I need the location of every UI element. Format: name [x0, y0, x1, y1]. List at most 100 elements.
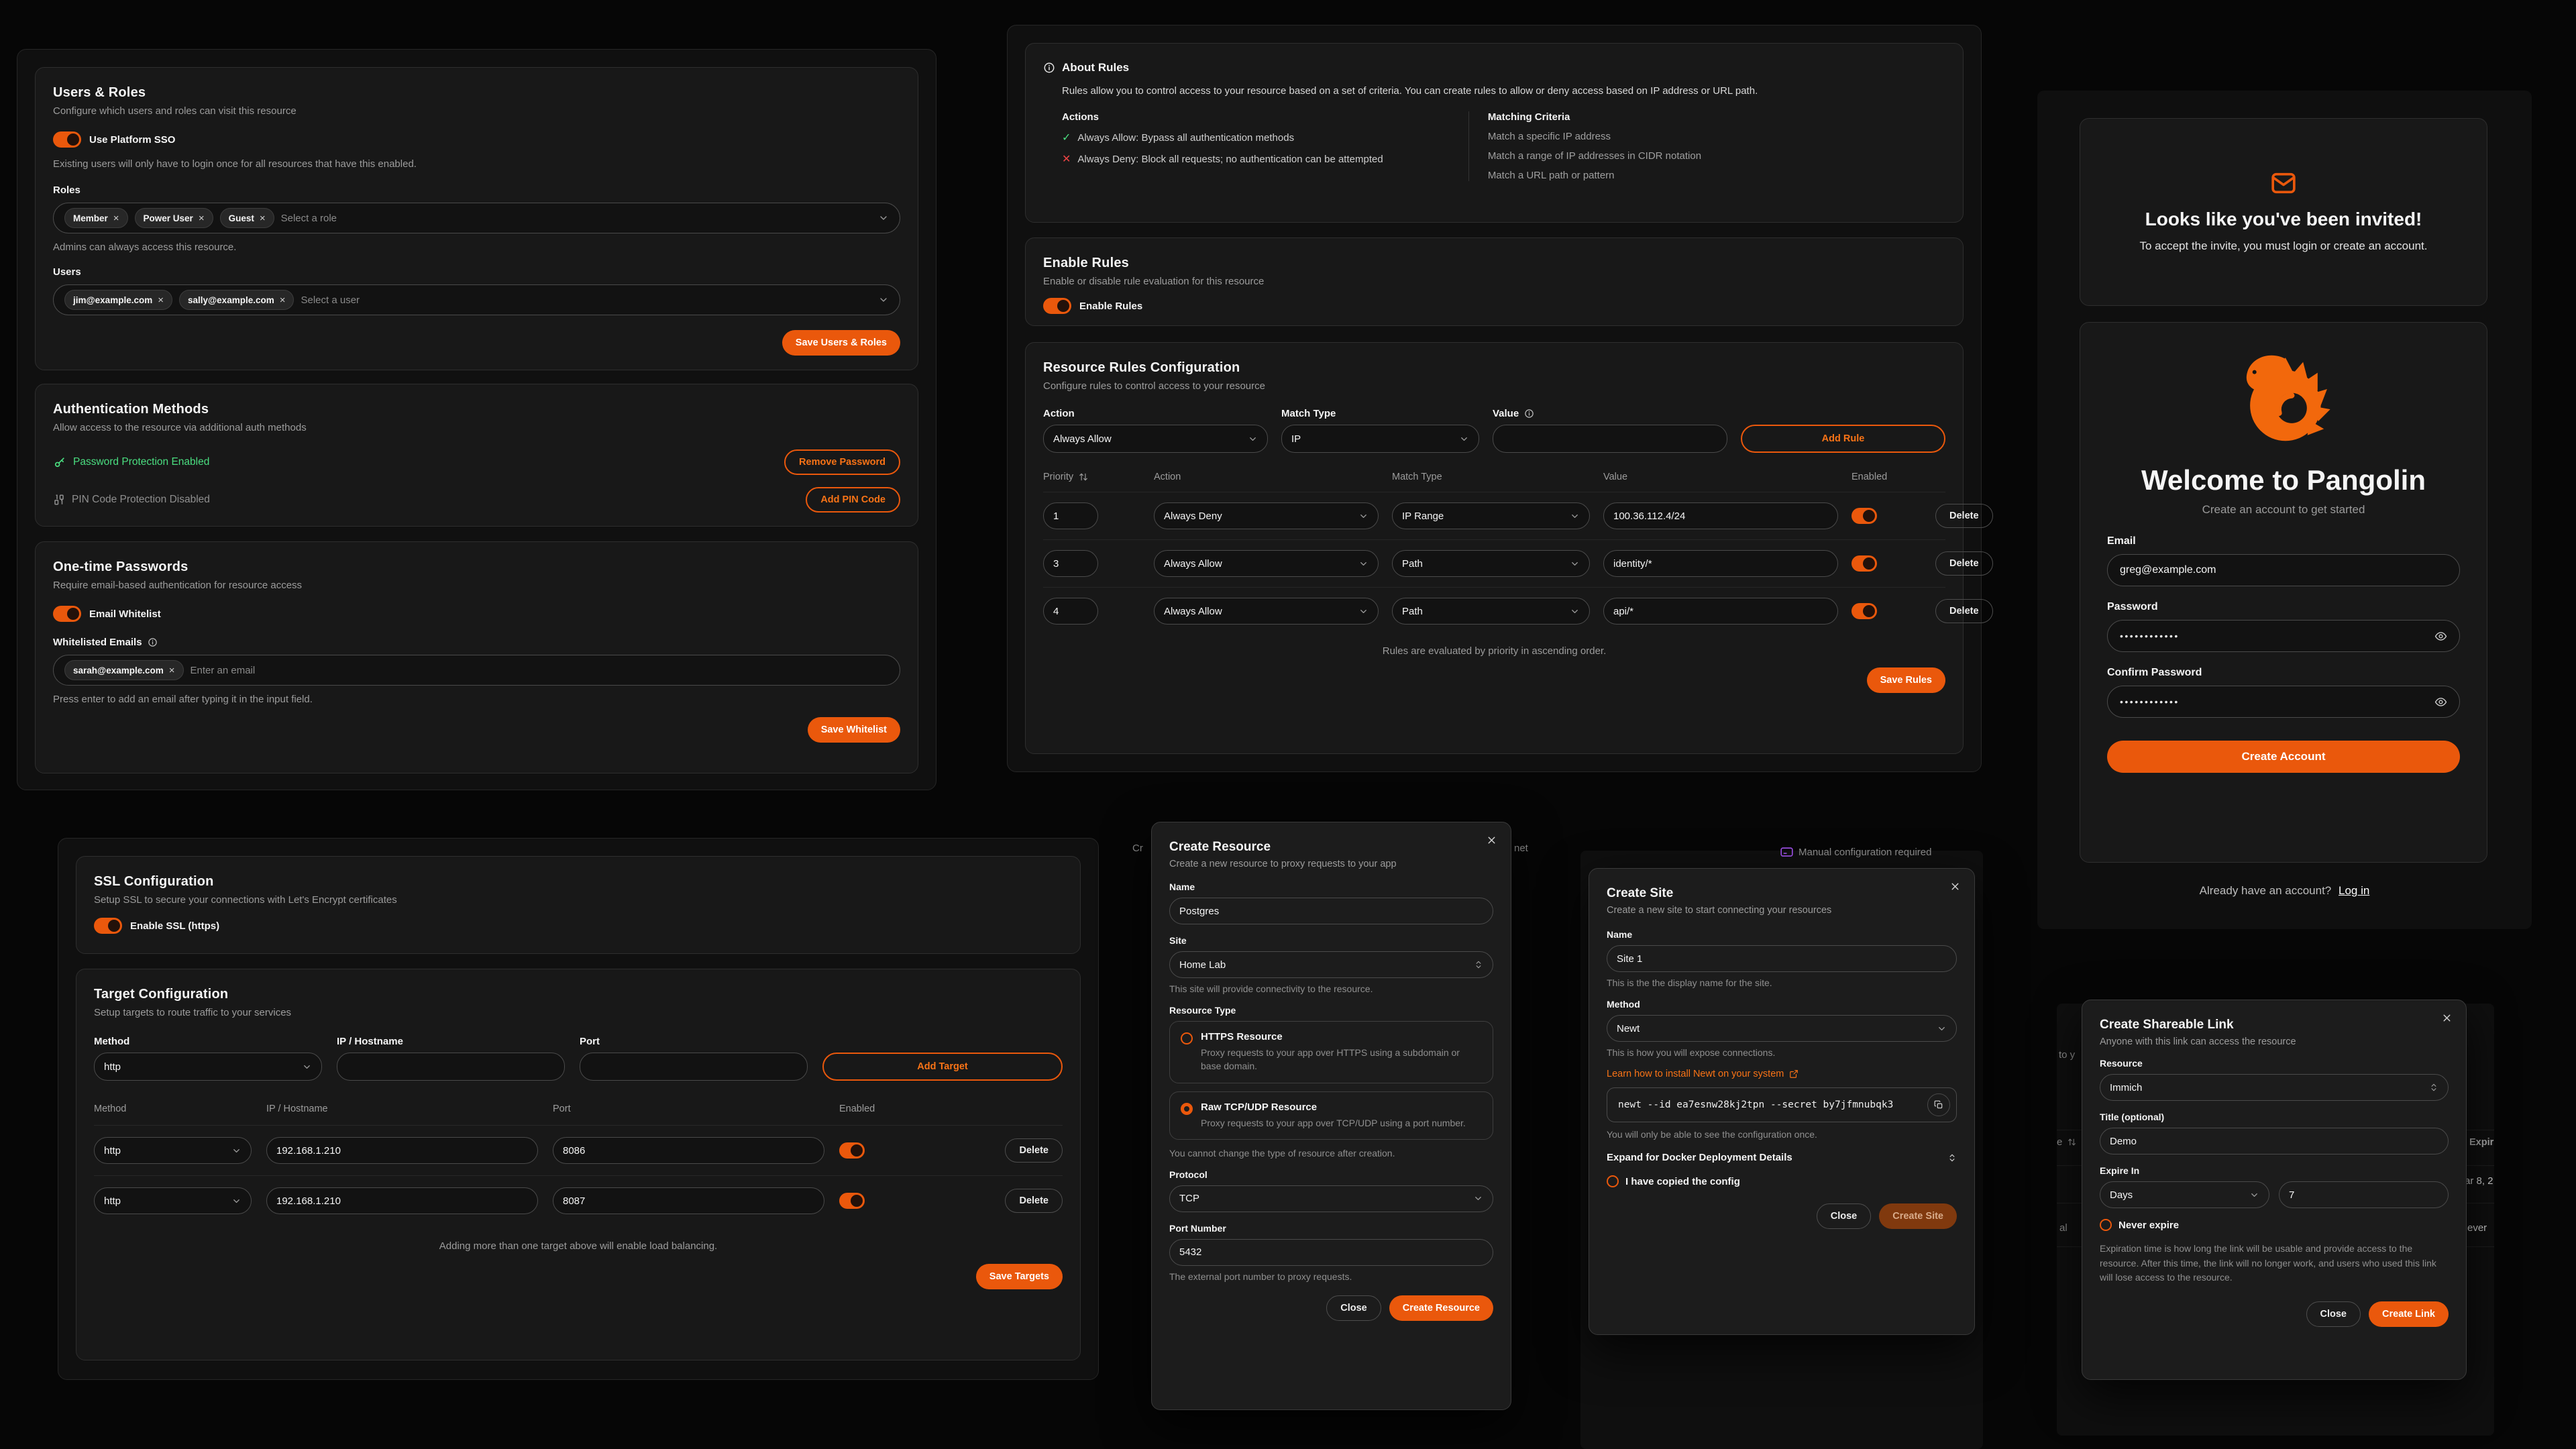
tcp-udp-resource-option[interactable]: Raw TCP/UDP Resource Proxy requests to y… [1169, 1091, 1493, 1140]
target-port-input[interactable] [553, 1187, 824, 1214]
close-button[interactable]: Close [1817, 1203, 1872, 1229]
create-account-button[interactable]: Create Account [2107, 741, 2460, 773]
platform-sso-toggle[interactable] [53, 131, 81, 148]
create-link-button[interactable]: Create Link [2369, 1301, 2449, 1327]
target-ip-input[interactable] [266, 1187, 538, 1214]
target-method-select[interactable]: http [94, 1187, 252, 1214]
rule-match-select[interactable]: Path [1392, 598, 1590, 625]
target-method-select[interactable]: http [94, 1137, 252, 1164]
delete-target-button[interactable]: Delete [1005, 1138, 1063, 1163]
target-enabled-toggle[interactable] [839, 1142, 865, 1159]
never-expire-radio-row[interactable]: Never expire [2100, 1219, 2449, 1231]
log-in-link[interactable]: Log in [2339, 884, 2369, 897]
eye-icon[interactable] [2434, 696, 2447, 708]
delete-rule-button[interactable]: Delete [1935, 551, 1993, 576]
user-chip[interactable]: jim@example.com [64, 290, 172, 310]
rule-value-input[interactable] [1603, 550, 1838, 577]
pangolin-ui-composite: Users & Roles Configure which users and … [0, 0, 2576, 1449]
enable-ssl-toggle[interactable] [94, 918, 122, 934]
remove-chip-icon[interactable] [199, 213, 205, 223]
remove-chip-icon[interactable] [280, 295, 286, 305]
eye-icon[interactable] [2434, 630, 2447, 643]
method-select[interactable]: Newt [1607, 1015, 1957, 1042]
rule-priority-input[interactable] [1043, 550, 1098, 577]
site-name-input[interactable] [1607, 945, 1957, 972]
rule-enabled-toggle[interactable] [1851, 508, 1877, 524]
confirm-password-field[interactable]: •••••••••••• [2107, 686, 2460, 718]
role-chip[interactable]: Power User [135, 208, 213, 228]
rule-match-select[interactable]: Path [1392, 550, 1590, 577]
save-targets-button[interactable]: Save Targets [976, 1264, 1063, 1289]
close-icon[interactable] [2441, 1012, 2453, 1024]
rule-enabled-toggle[interactable] [1851, 603, 1877, 619]
delete-rule-button[interactable]: Delete [1935, 599, 1993, 623]
radio-selected-icon[interactable] [1181, 1103, 1193, 1115]
rule-action-select[interactable]: Always Allow [1043, 425, 1268, 453]
resource-name-input[interactable] [1169, 898, 1493, 924]
install-newt-link[interactable]: Learn how to install Newt on your system [1607, 1069, 1784, 1079]
rule-enabled-toggle[interactable] [1851, 555, 1877, 572]
rule-priority-input[interactable] [1043, 502, 1098, 529]
radio-icon[interactable] [2100, 1219, 2112, 1231]
email-field[interactable] [2107, 554, 2460, 586]
remove-chip-icon[interactable] [113, 213, 119, 223]
rule-value-input[interactable] [1603, 598, 1838, 625]
role-chip[interactable]: Guest [220, 208, 274, 228]
copied-config-radio-row[interactable]: I have copied the config [1607, 1175, 1957, 1187]
site-select[interactable]: Home Lab [1169, 951, 1493, 978]
copy-icon[interactable] [1927, 1093, 1950, 1116]
rule-value-input[interactable] [1603, 502, 1838, 529]
docker-details-expander[interactable]: Expand for Docker Deployment Details [1607, 1152, 1957, 1163]
email-whitelist-toggle[interactable] [53, 606, 81, 622]
save-users-roles-button[interactable]: Save Users & Roles [782, 330, 900, 356]
add-target-button[interactable]: Add Target [822, 1053, 1063, 1081]
close-button[interactable]: Close [2306, 1301, 2361, 1327]
protocol-select[interactable]: TCP [1169, 1185, 1493, 1212]
link-title-input[interactable] [2100, 1128, 2449, 1155]
save-rules-button[interactable]: Save Rules [1867, 667, 1945, 693]
remove-password-button[interactable]: Remove Password [784, 449, 900, 475]
remove-chip-icon[interactable] [169, 665, 175, 676]
radio-icon[interactable] [1181, 1032, 1193, 1044]
https-resource-option[interactable]: HTTPS Resource Proxy requests to your ap… [1169, 1021, 1493, 1083]
roles-multiselect[interactable]: Member Power User Guest Select a role [53, 203, 900, 233]
rule-priority-input[interactable] [1043, 598, 1098, 625]
save-whitelist-button[interactable]: Save Whitelist [808, 717, 900, 743]
target-enabled-toggle[interactable] [839, 1193, 865, 1209]
rule-action-select[interactable]: Always Deny [1154, 502, 1379, 529]
expire-value-input[interactable] [2279, 1181, 2449, 1208]
create-resource-button[interactable]: Create Resource [1389, 1295, 1493, 1321]
add-pin-code-button[interactable]: Add PIN Code [806, 487, 900, 513]
expire-unit-select[interactable]: Days [2100, 1181, 2269, 1208]
password-field[interactable]: •••••••••••• [2107, 620, 2460, 652]
radio-icon[interactable] [1607, 1175, 1619, 1187]
add-rule-button[interactable]: Add Rule [1741, 425, 1945, 453]
close-icon[interactable] [1486, 835, 1497, 846]
resource-select[interactable]: Immich [2100, 1074, 2449, 1101]
create-site-button[interactable]: Create Site [1879, 1203, 1957, 1229]
rule-action-select[interactable]: Always Allow [1154, 550, 1379, 577]
target-ip-input[interactable] [266, 1137, 538, 1164]
delete-target-button[interactable]: Delete [1005, 1189, 1063, 1213]
target-ip-input[interactable] [337, 1053, 565, 1081]
role-chip[interactable]: Member [64, 208, 128, 228]
close-icon[interactable] [1949, 881, 1961, 892]
enable-rules-toggle[interactable] [1043, 298, 1071, 314]
users-multiselect[interactable]: jim@example.com sally@example.com Select… [53, 284, 900, 315]
remove-chip-icon[interactable] [158, 295, 164, 305]
target-port-input[interactable] [580, 1053, 808, 1081]
port-number-input[interactable] [1169, 1239, 1493, 1266]
delete-rule-button[interactable]: Delete [1935, 504, 1993, 528]
rule-value-input[interactable] [1493, 425, 1727, 453]
remove-chip-icon[interactable] [260, 213, 266, 223]
rule-match-select[interactable]: IP [1281, 425, 1479, 453]
emails-multiselect[interactable]: sarah@example.com Enter an email [53, 655, 900, 686]
close-button[interactable]: Close [1326, 1295, 1381, 1321]
rule-action-select[interactable]: Always Allow [1154, 598, 1379, 625]
sort-icon[interactable] [1079, 472, 1088, 482]
user-chip[interactable]: sally@example.com [179, 290, 294, 310]
rule-match-select[interactable]: IP Range [1392, 502, 1590, 529]
email-chip[interactable]: sarah@example.com [64, 660, 184, 680]
target-port-input[interactable] [553, 1137, 824, 1164]
target-method-select[interactable]: http [94, 1053, 322, 1081]
